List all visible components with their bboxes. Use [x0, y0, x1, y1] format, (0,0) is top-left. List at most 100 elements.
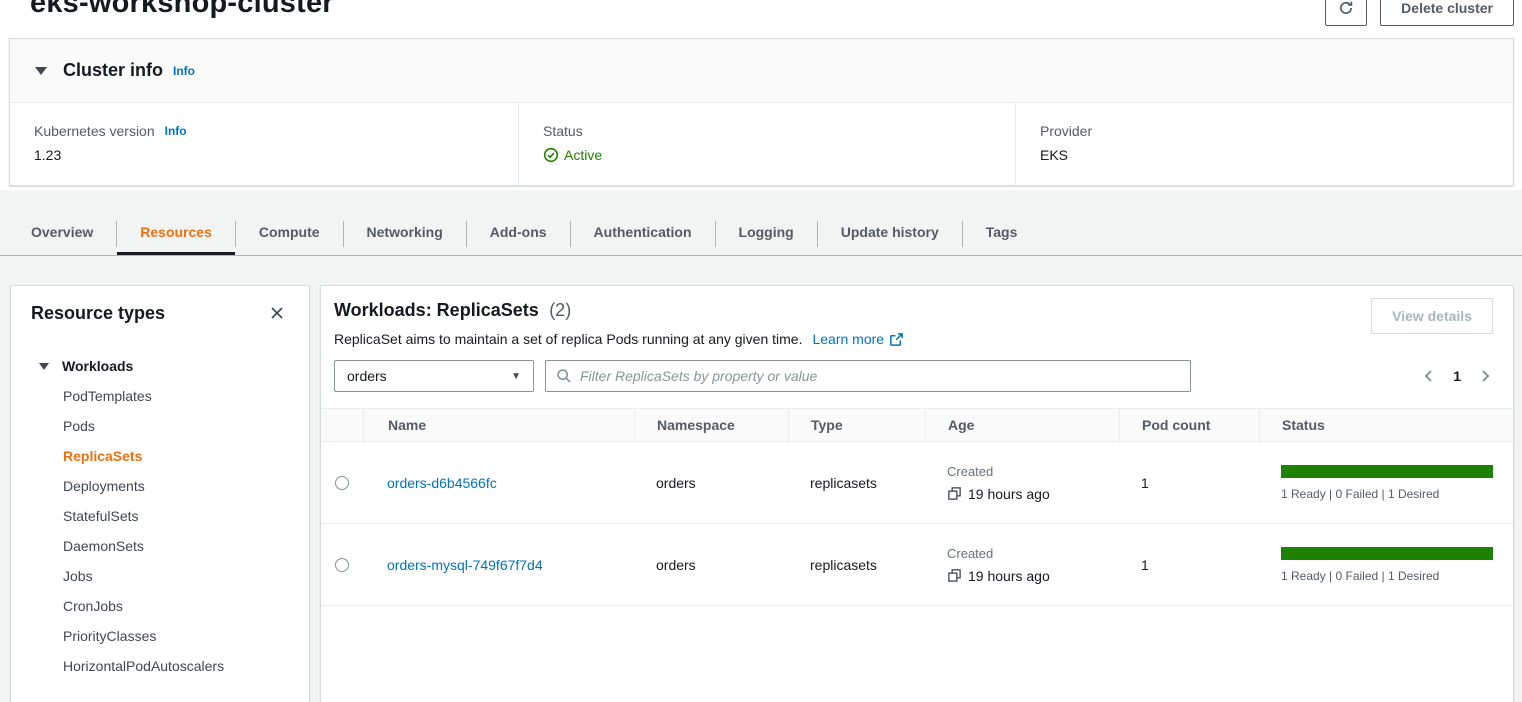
previous-page-button[interactable]: [1421, 368, 1437, 384]
close-button[interactable]: [265, 301, 289, 325]
resource-types-panel: Resource types Workloads PodTemplates Po…: [10, 285, 310, 702]
column-header-age[interactable]: Age: [925, 409, 1119, 441]
cell-type: replicasets: [788, 442, 925, 523]
tab-networking[interactable]: Networking: [344, 212, 466, 255]
search-icon: [556, 368, 572, 384]
column-header-pod-count[interactable]: Pod count: [1119, 409, 1259, 441]
status-bar: [1281, 465, 1493, 478]
status-value: Active: [564, 147, 602, 163]
age-value: 19 hours ago: [968, 486, 1050, 502]
refresh-icon: [1338, 0, 1354, 16]
pagination: 1: [1421, 368, 1493, 384]
sidebar-item-cronjobs[interactable]: CronJobs: [11, 591, 309, 621]
table-header: Name Namespace Type Age Pod count Status: [321, 408, 1513, 442]
learn-more-label: Learn more: [812, 331, 884, 347]
sidebar-item-pods[interactable]: Pods: [11, 411, 309, 441]
cell-type: replicasets: [788, 524, 925, 605]
sidebar-item-horizontalpodautoscalers[interactable]: HorizontalPodAutoscalers: [11, 651, 309, 681]
table-row: orders-mysql-749f67f7d4 orders replicase…: [321, 524, 1513, 606]
status-text: 1 Ready | 0 Failed | 1 Desired: [1281, 569, 1493, 583]
age-created-label: Created: [947, 464, 993, 479]
tab-logging[interactable]: Logging: [716, 212, 817, 255]
provider-field: Provider EKS: [1015, 103, 1513, 185]
resource-types-title: Resource types: [31, 303, 165, 324]
cluster-info-card: Cluster info Info Kubernetes version Inf…: [9, 38, 1514, 186]
search-box: [545, 360, 1191, 392]
select-column-header: [321, 409, 363, 441]
panel-heading: Workloads: ReplicaSets: [334, 300, 539, 320]
namespace-filter-dropdown[interactable]: orders ▼: [334, 360, 534, 392]
tab-overview[interactable]: Overview: [8, 212, 116, 255]
learn-more-link[interactable]: Learn more: [812, 331, 904, 347]
chevron-down-icon: [39, 363, 49, 370]
sidebar-group-workloads[interactable]: Workloads: [11, 351, 309, 381]
status-text: 1 Ready | 0 Failed | 1 Desired: [1281, 487, 1493, 501]
sidebar-item-priorityclasses[interactable]: PriorityClasses: [11, 621, 309, 651]
tab-tags[interactable]: Tags: [963, 212, 1041, 255]
view-details-button[interactable]: View details: [1371, 298, 1493, 334]
radio-button[interactable]: [335, 476, 349, 490]
sidebar-item-daemonsets[interactable]: DaemonSets: [11, 531, 309, 561]
close-icon: [269, 305, 285, 321]
page-number[interactable]: 1: [1453, 368, 1461, 384]
age-value: 19 hours ago: [968, 568, 1050, 584]
kubernetes-version-info-link[interactable]: Info: [165, 124, 187, 138]
external-link-icon: [889, 332, 904, 347]
tab-resources[interactable]: Resources: [117, 212, 235, 255]
sidebar-group-label: Workloads: [62, 358, 133, 374]
copy-icon[interactable]: [947, 568, 962, 583]
namespace-filter-value: orders: [347, 368, 387, 384]
replicasets-table: Name Namespace Type Age Pod count Status…: [321, 408, 1513, 606]
kubernetes-version-field: Kubernetes version Info 1.23: [10, 103, 518, 185]
replicaset-name-link[interactable]: orders-d6b4566fc: [387, 475, 497, 491]
page-title: eks-workshop-cluster: [30, 0, 334, 20]
cluster-info-info-link[interactable]: Info: [173, 64, 195, 78]
cluster-info-body: Kubernetes version Info 1.23 Status Acti…: [10, 103, 1513, 185]
column-header-name[interactable]: Name: [363, 409, 634, 441]
status-label: Status: [543, 123, 583, 139]
status-bar: [1281, 547, 1493, 560]
tab-compute[interactable]: Compute: [236, 212, 343, 255]
cell-status: 1 Ready | 0 Failed | 1 Desired: [1259, 524, 1513, 605]
cluster-info-header[interactable]: Cluster info Info: [10, 39, 1513, 103]
sidebar-item-jobs[interactable]: Jobs: [11, 561, 309, 591]
chevron-down-icon: [35, 67, 47, 75]
check-circle-icon: [543, 147, 559, 163]
tab-add-ons[interactable]: Add-ons: [467, 212, 570, 255]
cell-age: Created 19 hours ago: [925, 524, 1119, 605]
kubernetes-version-value: 1.23: [34, 147, 518, 163]
cell-namespace: orders: [634, 442, 788, 523]
cell-pod-count: 1: [1119, 524, 1259, 605]
search-input[interactable]: [580, 368, 1180, 384]
status-badge: Active: [543, 147, 1015, 163]
cell-namespace: orders: [634, 524, 788, 605]
column-header-type[interactable]: Type: [788, 409, 925, 441]
tab-update-history[interactable]: Update history: [818, 212, 962, 255]
eks-cluster-page: eks-workshop-cluster Delete cluster Clus…: [0, 0, 1522, 702]
panel-count: (2): [549, 300, 571, 320]
provider-label: Provider: [1040, 123, 1092, 139]
chevron-right-icon: [1477, 368, 1493, 384]
refresh-button[interactable]: [1325, 0, 1367, 26]
replicaset-name-link[interactable]: orders-mysql-749f67f7d4: [387, 557, 543, 573]
sidebar-item-podtemplates[interactable]: PodTemplates: [11, 381, 309, 411]
delete-cluster-button[interactable]: Delete cluster: [1380, 0, 1514, 26]
table-row: orders-d6b4566fc orders replicasets Crea…: [321, 442, 1513, 524]
column-header-status[interactable]: Status: [1259, 409, 1513, 441]
sidebar-item-statefulsets[interactable]: StatefulSets: [11, 501, 309, 531]
provider-value: EKS: [1040, 147, 1513, 163]
column-header-namespace[interactable]: Namespace: [634, 409, 788, 441]
sidebar-item-deployments[interactable]: Deployments: [11, 471, 309, 501]
cell-status: 1 Ready | 0 Failed | 1 Desired: [1259, 442, 1513, 523]
radio-button[interactable]: [335, 558, 349, 572]
copy-icon[interactable]: [947, 486, 962, 501]
sidebar-item-replicasets[interactable]: ReplicaSets: [11, 441, 309, 471]
age-created-label: Created: [947, 546, 993, 561]
cell-age: Created 19 hours ago: [925, 442, 1119, 523]
resource-types-tree: Workloads PodTemplates Pods ReplicaSets …: [11, 351, 309, 702]
chevron-left-icon: [1421, 368, 1437, 384]
tab-authentication[interactable]: Authentication: [571, 212, 715, 255]
next-page-button[interactable]: [1477, 368, 1493, 384]
status-field: Status Active: [518, 103, 1015, 185]
replicasets-panel: Workloads: ReplicaSets (2) View details …: [320, 285, 1514, 702]
